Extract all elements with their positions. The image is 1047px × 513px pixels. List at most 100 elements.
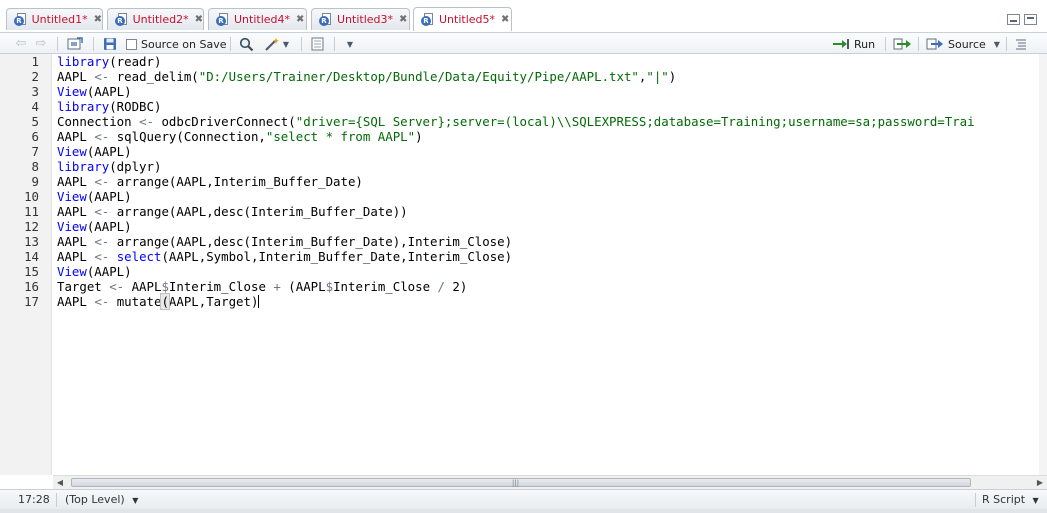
tab-label: Untitled1*: [31, 13, 88, 26]
rerun-icon: [893, 38, 911, 50]
line-number: 9: [31, 174, 39, 189]
run-label: Run: [854, 37, 876, 51]
line-number: 10: [24, 189, 39, 204]
code-line: View(AAPL): [57, 189, 132, 204]
tab-untitled4[interactable]: Untitled4* ✖: [208, 8, 307, 30]
scope-label: (Top Level): [65, 493, 125, 506]
close-icon[interactable]: ✖: [399, 14, 407, 25]
cursor-position: 17:28: [18, 493, 50, 506]
run-button[interactable]: Run: [832, 36, 875, 52]
toolbar-divider: [1006, 37, 1007, 51]
maximize-pane-button[interactable]: [1024, 14, 1037, 25]
line-number: 14: [24, 249, 39, 264]
tab-untitled2[interactable]: Untitled2* ✖: [107, 8, 204, 30]
r-file-icon: [14, 13, 27, 26]
code-line: AAPL <- select(AAPL,Symbol,Interim_Buffe…: [57, 249, 513, 264]
save-button[interactable]: [103, 36, 117, 52]
magic-wand-icon: [265, 37, 279, 51]
tab-untitled5[interactable]: Untitled5* ✖: [413, 7, 512, 31]
code-tools-button[interactable]: ▼: [264, 36, 290, 52]
close-icon[interactable]: ✖: [501, 14, 509, 25]
code-editor[interactable]: 1 2 3 4 5 6 7 8 9 10 11 12 13 14 15 16 1…: [0, 54, 1047, 475]
line-number: 8: [31, 159, 39, 174]
chevron-down-icon[interactable]: ▼: [992, 37, 1002, 51]
close-icon[interactable]: ✖: [94, 14, 102, 25]
tab-label: Untitled5*: [439, 13, 496, 26]
search-icon: [239, 37, 254, 51]
show-in-new-window-icon: [67, 37, 83, 50]
code-line: library(readr): [57, 54, 162, 69]
tab-label: Untitled2*: [132, 13, 189, 26]
code-line: library(RODBC): [57, 99, 162, 114]
code-line: AAPL <- arrange(AAPL,desc(Interim_Buffer…: [57, 234, 513, 249]
scroll-left-arrow-icon[interactable]: ◀: [53, 476, 67, 489]
scroll-right-arrow-icon[interactable]: ▶: [1033, 476, 1047, 489]
tab-label: Untitled3*: [337, 13, 394, 26]
compile-report-button[interactable]: [310, 36, 325, 52]
code-line: View(AAPL): [57, 84, 132, 99]
chevron-down-icon: ▼: [132, 496, 139, 505]
back-button[interactable]: ⇦: [14, 36, 28, 52]
source-icon: [926, 38, 943, 50]
code-line: AAPL <- read_delim("D:/Users/Trainer/Des…: [57, 69, 677, 84]
document-outline-button[interactable]: [1014, 36, 1028, 52]
r-file-icon: [319, 13, 332, 26]
toolbar-divider: [885, 37, 886, 51]
tab-untitled1[interactable]: Untitled1* ✖: [6, 8, 103, 30]
line-number: 17: [24, 294, 39, 309]
code-line: View(AAPL): [57, 219, 132, 234]
line-number: 13: [24, 234, 39, 249]
arrow-right-icon: ⇨: [35, 36, 47, 51]
file-type-label: R Script: [982, 493, 1026, 506]
forward-button[interactable]: ⇨: [34, 36, 48, 52]
editor-toolbar: ⇦ ⇨ Source on Save ▼ ▼ Run Source ▼: [0, 32, 1047, 54]
line-number: 3: [31, 84, 39, 99]
r-file-icon: [216, 13, 229, 26]
pane-window-controls: [1007, 14, 1037, 25]
code-line: AAPL <- sqlQuery(Connection,"select * fr…: [57, 129, 423, 144]
code-text-area[interactable]: library(readr) AAPL <- read_delim("D:/Us…: [57, 54, 1039, 475]
toolbar-divider: [57, 37, 58, 51]
tab-label: Untitled4*: [234, 13, 291, 26]
close-icon[interactable]: ✖: [296, 14, 304, 25]
file-type-selector[interactable]: R Script ▼: [982, 493, 1039, 507]
line-number: 2: [31, 69, 39, 84]
toolbar-divider: [93, 37, 94, 51]
minimize-pane-button[interactable]: [1007, 14, 1020, 25]
line-number: 16: [24, 279, 39, 294]
notebook-icon: [311, 37, 324, 51]
vertical-scrollbar[interactable]: [1039, 54, 1047, 475]
rerun-button[interactable]: [893, 36, 913, 52]
matched-paren: (: [160, 293, 170, 310]
find-replace-button[interactable]: [239, 36, 254, 52]
toolbar-divider: [230, 37, 231, 51]
text-cursor: [258, 295, 260, 308]
save-icon: [104, 38, 116, 50]
outline-icon: [1016, 39, 1026, 50]
arrow-left-icon: ⇦: [15, 36, 27, 51]
source-on-save-checkbox[interactable]: Source on Save: [126, 36, 226, 52]
pane-bottom-edge: [0, 509, 1047, 513]
more-options-button[interactable]: ▼: [345, 36, 355, 52]
r-file-icon: [421, 13, 434, 26]
chevron-down-icon: ▼: [1032, 496, 1039, 505]
chevron-down-icon: ▼: [346, 39, 354, 49]
source-button[interactable]: Source ▼: [926, 36, 1002, 52]
scrollbar-thumb[interactable]: |||: [71, 478, 971, 487]
code-line: library(dplyr): [57, 159, 162, 174]
line-number: 4: [31, 99, 39, 114]
run-arrow-icon: [833, 39, 849, 49]
toolbar-divider: [918, 37, 919, 51]
horizontal-scrollbar[interactable]: ◀ ||| ▶: [53, 475, 1047, 489]
line-number: 12: [24, 219, 39, 234]
source-label: Source: [948, 37, 986, 51]
chevron-down-icon: ▼: [282, 39, 290, 49]
show-in-new-window-button[interactable]: [67, 36, 83, 52]
line-number: 6: [31, 129, 39, 144]
code-line: AAPL <- mutate(AAPL,Target): [57, 293, 260, 310]
checkbox-box[interactable]: [126, 38, 137, 50]
tab-untitled3[interactable]: Untitled3* ✖: [311, 8, 410, 30]
scope-selector[interactable]: (Top Level) ▼: [65, 493, 138, 507]
toolbar-divider: [334, 37, 335, 51]
close-icon[interactable]: ✖: [195, 14, 203, 25]
